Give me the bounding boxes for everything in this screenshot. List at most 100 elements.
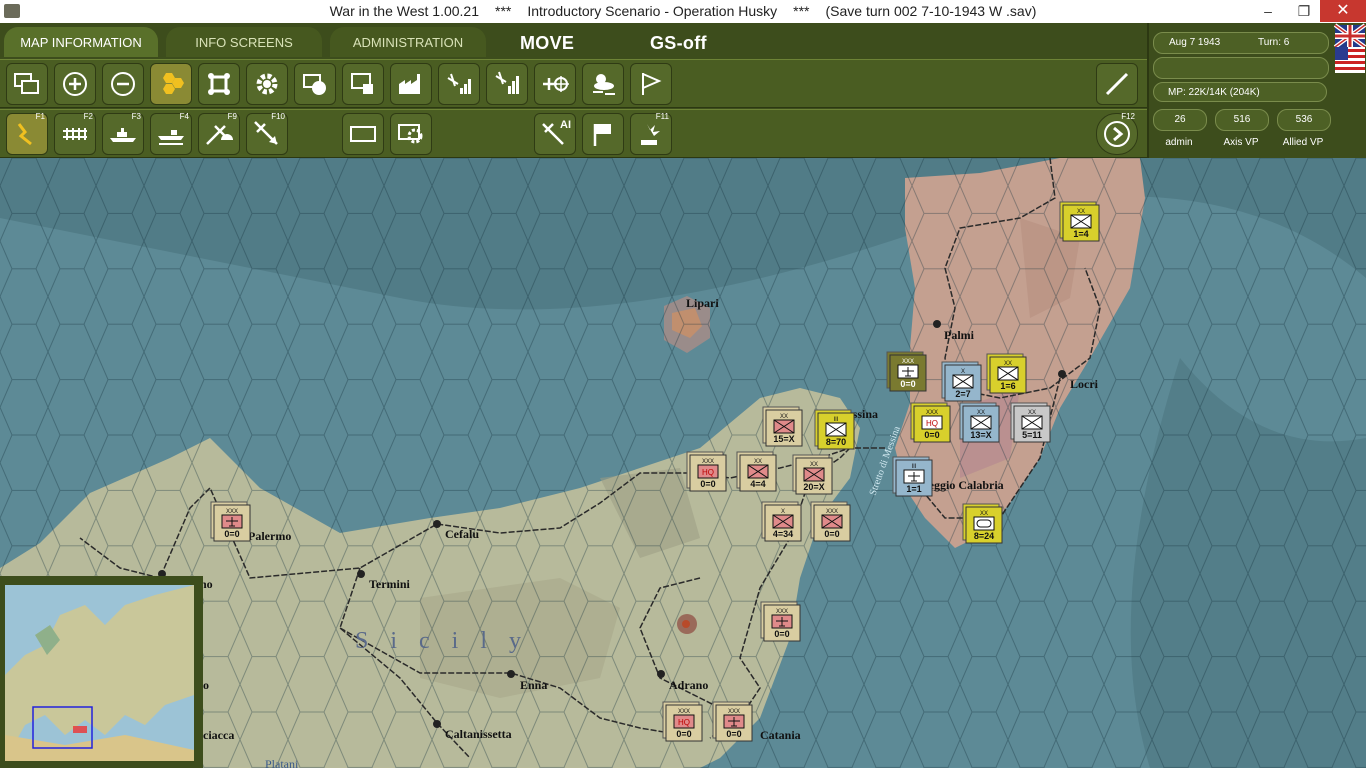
island-label: Sicily — [355, 628, 543, 654]
air-drop-button[interactable]: F9 — [198, 112, 240, 155]
tab-map-information[interactable]: MAP INFORMATION — [4, 27, 158, 57]
flag-icon — [642, 73, 662, 95]
place-label: Termini — [369, 577, 411, 591]
air-bomb-button[interactable] — [534, 63, 576, 105]
weather-button[interactable] — [582, 63, 624, 105]
tab-info-screens[interactable]: INFO SCREENS — [166, 27, 322, 57]
objective-button[interactable] — [582, 113, 624, 155]
hex-grid-button[interactable] — [150, 63, 192, 105]
mode-move-label[interactable]: MOVE — [520, 33, 574, 54]
unit-counter[interactable]: XX 1=4 — [1059, 201, 1100, 242]
box-settings-icon — [398, 124, 423, 144]
unit-echelon: III — [911, 464, 916, 470]
draw-line-button[interactable] — [1096, 63, 1138, 105]
unit-counter[interactable]: XXX 0=0 — [760, 601, 801, 642]
unit-counter[interactable]: XXX HQ 0=0 — [686, 451, 727, 492]
box-settings-button[interactable] — [390, 113, 432, 155]
unit-display-icon — [303, 74, 326, 95]
end-turn-button[interactable]: F12 — [1096, 112, 1138, 155]
unit-strength: 4=4 — [750, 479, 765, 489]
air-strike-icon — [254, 121, 278, 145]
unit-counter[interactable]: XXX 0=0 — [810, 501, 851, 542]
unit-counter[interactable]: XXX 0=0 — [712, 701, 753, 742]
air-supply-icon — [495, 71, 519, 94]
combat-button[interactable]: F11 — [630, 112, 672, 155]
unit-counter[interactable]: XXX HQ 0=0 — [662, 701, 703, 742]
unit-info-button[interactable] — [342, 63, 384, 105]
unit-strength: 2=7 — [955, 389, 970, 399]
zoom-out-button[interactable] — [102, 63, 144, 105]
river-label: Platani — [265, 757, 299, 768]
unit-counter[interactable]: III 1=1 — [892, 456, 933, 497]
toolbar-row-2: F1 F2 F3 F4 F9 F10 AI F11 F12 — [0, 109, 1147, 158]
unit-counter[interactable]: XX 20=X — [792, 454, 833, 495]
air-strike-button[interactable]: F10 — [246, 112, 288, 155]
windows-button[interactable] — [6, 63, 48, 105]
unit-counter[interactable]: XXX 0=0 — [210, 501, 251, 542]
zoom-in-button[interactable] — [54, 63, 96, 105]
unit-echelon: XXX — [728, 709, 740, 715]
unit-type-label: HQ — [926, 419, 938, 428]
unit-counter[interactable]: XX 1=6 — [986, 353, 1027, 394]
unit-info-icon — [351, 73, 373, 94]
unit-counter[interactable]: XX 8=24 — [962, 503, 1003, 544]
unit-strength: 0=0 — [774, 629, 789, 639]
restore-button[interactable]: ❐ — [1288, 0, 1320, 22]
air-ai-button[interactable]: AI — [534, 113, 576, 155]
status-panel: Aug 7 1943 Turn: 6 MP: 22K/14K (204K) 26… — [1147, 23, 1335, 158]
unit-echelon: X — [781, 509, 785, 515]
air-recon-icon — [447, 73, 471, 94]
scenario-title: Introductory Scenario - Operation Husky — [527, 3, 778, 19]
tab-administration[interactable]: ADMINISTRATION — [330, 27, 486, 57]
mode-gs-label[interactable]: GS-off — [650, 33, 707, 54]
rail-mode-button[interactable]: F2 — [54, 112, 96, 155]
unit-echelon: XX — [810, 462, 818, 468]
weather-icon — [593, 74, 615, 95]
settings-button[interactable] — [246, 63, 288, 105]
unit-echelon: XX — [1004, 361, 1012, 367]
axis-vp-label: Axis VP — [1223, 137, 1259, 148]
naval-move-button[interactable]: F3 — [102, 112, 144, 155]
nation-flags — [1333, 23, 1366, 158]
unit-counter[interactable]: III 8=70 — [814, 409, 855, 450]
game-map[interactable]: Lipari Palmi Locri Messina Reggio Calabr… — [0, 158, 1366, 768]
place-label: Adrano — [669, 678, 708, 692]
hex-grid-icon — [163, 73, 184, 94]
move-mode-button[interactable]: F1 — [6, 112, 48, 155]
unit-echelon: XXX — [926, 410, 938, 416]
box-select-icon — [350, 126, 376, 142]
unit-counter[interactable]: XX 4=4 — [736, 451, 777, 492]
flag-button[interactable] — [630, 63, 672, 105]
unit-strength: 0=0 — [924, 430, 939, 440]
europe-minimap[interactable] — [5, 585, 194, 761]
air-supply-button[interactable] — [486, 63, 528, 105]
minimap-view[interactable] — [5, 585, 194, 761]
minimap[interactable] — [0, 576, 203, 768]
unit-strength: 15=X — [773, 434, 794, 444]
unit-echelon: XX — [1028, 410, 1036, 416]
unit-type-label: HQ — [702, 468, 714, 477]
unit-display-button[interactable] — [294, 63, 336, 105]
unit-counter[interactable]: XX 13=X — [959, 402, 1000, 443]
box-select-button[interactable] — [342, 113, 384, 155]
air-recon-button[interactable] — [438, 63, 480, 105]
unit-counter[interactable]: X 2=7 — [941, 361, 982, 402]
factory-icon — [399, 74, 420, 94]
minimize-button[interactable]: – — [1252, 0, 1284, 22]
unit-counter[interactable]: XX 15=X — [762, 406, 803, 447]
naval-transport-button[interactable]: F4 — [150, 112, 192, 155]
map-canvas[interactable]: Lipari Palmi Locri Messina Reggio Calabr… — [0, 158, 1366, 768]
close-button[interactable]: ✕ — [1320, 0, 1366, 22]
place-label: Reggio Calabria — [920, 478, 1004, 492]
axis-vp-value: 516 — [1215, 109, 1269, 131]
production-button[interactable] — [390, 63, 432, 105]
unit-counter[interactable]: X 4=34 — [761, 501, 802, 542]
unit-counter[interactable]: XXX 0=0 — [886, 351, 927, 392]
toolbar: MAP INFORMATION INFO SCREENS ADMINISTRAT… — [0, 23, 1147, 158]
unit-strength: 8=70 — [826, 437, 846, 447]
toolbar-row-1 — [0, 59, 1147, 108]
place-label: Enna — [520, 678, 547, 692]
unit-counter[interactable]: XXX HQ 0=0 — [910, 402, 951, 443]
unit-counter[interactable]: XX 5=11 — [1010, 402, 1051, 443]
supply-button[interactable] — [198, 63, 240, 105]
